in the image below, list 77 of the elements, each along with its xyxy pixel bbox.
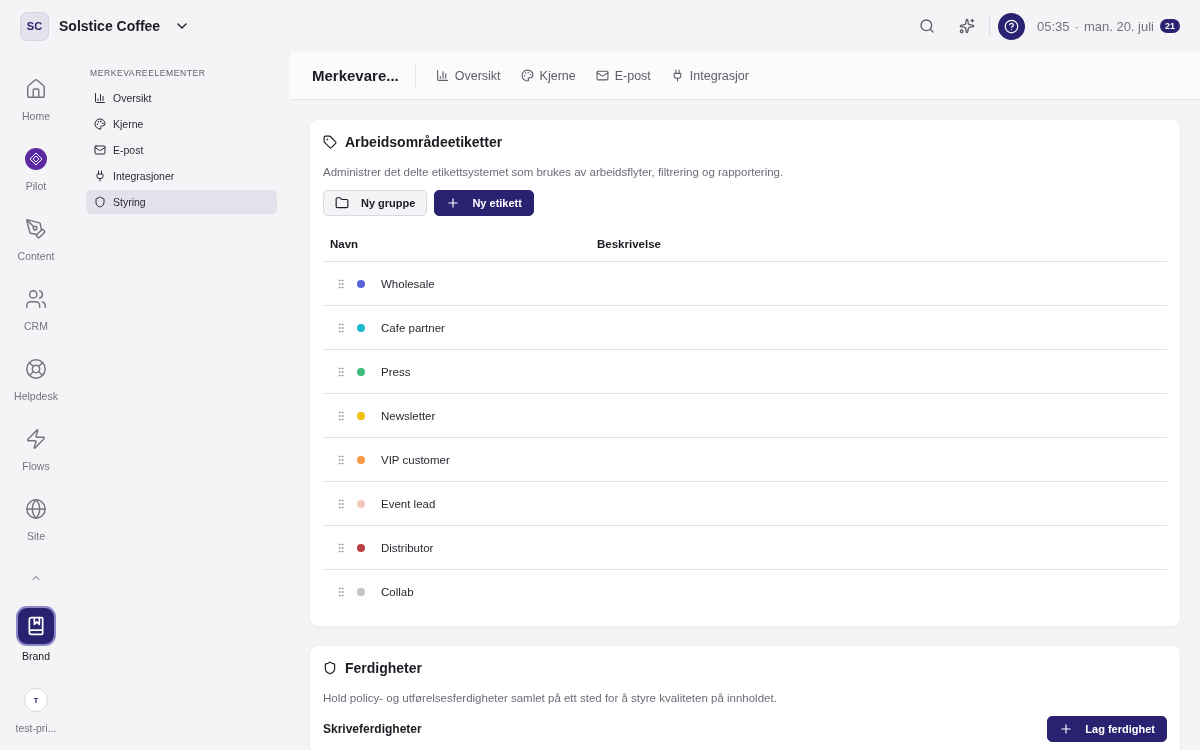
help-button[interactable]	[998, 12, 1025, 40]
header-tab[interactable]: Kjerne	[520, 68, 576, 83]
question-mark-icon	[1004, 18, 1019, 34]
plus-icon	[446, 196, 461, 210]
rail-item[interactable]: Content	[17, 218, 55, 288]
rail-item[interactable]: CRM	[24, 288, 48, 358]
bar-chart-icon	[435, 69, 449, 82]
shield-icon	[323, 661, 337, 675]
lifebuoy-icon	[25, 358, 47, 380]
header-tab[interactable]: Integrasjor	[670, 68, 749, 83]
workspace-avatar: SC	[20, 11, 49, 41]
bar-chart-icon	[94, 92, 106, 104]
rail-item[interactable]: Flows	[22, 428, 50, 498]
brand-label: Brand	[22, 650, 50, 662]
rail-item[interactable]: Site	[25, 498, 47, 568]
notification-badge: 21	[1160, 19, 1180, 33]
lightning-icon	[25, 428, 47, 450]
page-title: Merkevare...	[312, 62, 416, 89]
header-tab[interactable]: Oversikt	[435, 68, 501, 83]
user-avatar[interactable]: T	[24, 688, 48, 712]
people-icon	[25, 288, 47, 310]
sidebar-item[interactable]: Integrasjoner	[86, 164, 277, 188]
sidebar-item[interactable]: Styring	[86, 190, 277, 214]
label-name: Collab	[381, 586, 414, 598]
label-name: Press	[381, 365, 411, 378]
date: man. 20. juli	[1083, 18, 1154, 34]
card-description: Hold policy- og utførelsesferdigheter samlet på ett sted for å styre kvaliteten på innholdet.	[323, 692, 778, 704]
card-title: Arbeidsområdeetiketter	[345, 134, 503, 150]
drag-handle-icon[interactable]	[335, 497, 347, 510]
mail-icon	[94, 144, 106, 156]
drag-handle-icon[interactable]	[335, 586, 347, 598]
label-name: VIP customer	[381, 453, 450, 466]
user-label: test-pri...	[15, 722, 57, 734]
label-name: Event lead	[381, 497, 436, 510]
sidebar-item[interactable]: E-post	[86, 138, 277, 162]
sidebar-item[interactable]: Kjerne	[86, 112, 277, 136]
palette-icon	[94, 118, 106, 130]
folder-icon	[335, 196, 349, 210]
tag-icon	[323, 135, 337, 149]
time: 05:35	[1037, 18, 1070, 34]
new-label-button[interactable]: Ny etikett	[434, 190, 534, 216]
label-name: Cafe partner	[381, 321, 445, 334]
create-skill-button[interactable]: Lag ferdighet	[1047, 716, 1167, 742]
label-name: Newsletter	[381, 409, 436, 422]
pilot-icon	[25, 148, 47, 170]
palette-icon	[520, 69, 534, 82]
section-heading: Skriveferdigheter	[323, 722, 422, 736]
home-icon	[25, 78, 47, 100]
card-description: Administrer det delte etikettsystemet som brukes av arbeidsflyter, filtrering og rapportering.	[323, 166, 785, 178]
book-icon	[26, 616, 46, 636]
workspace-name: Solstice Coffee	[59, 18, 161, 34]
rail-item[interactable]: Pilot	[25, 148, 47, 218]
shield-icon	[94, 196, 106, 208]
column-header: Beskrivelse	[597, 237, 662, 250]
plug-icon	[94, 170, 106, 182]
label-name: Distributor	[381, 541, 434, 554]
drag-handle-icon[interactable]	[335, 277, 347, 290]
column-header: Navn	[330, 237, 360, 250]
drag-handle-icon[interactable]	[335, 453, 347, 466]
sidebar-item[interactable]: Oversikt	[86, 86, 277, 110]
pen-icon	[25, 218, 47, 240]
separator: ·	[1074, 18, 1079, 34]
label-name: Wholesale	[381, 277, 435, 290]
mail-icon	[595, 69, 609, 82]
new-group-button[interactable]: Ny gruppe	[323, 190, 428, 216]
drag-handle-icon[interactable]	[335, 321, 347, 334]
globe-icon	[25, 498, 47, 520]
drag-handle-icon[interactable]	[335, 541, 347, 554]
header-tab[interactable]: E-post	[595, 68, 651, 83]
card-title: Ferdigheter	[345, 660, 422, 676]
rail-item[interactable]: Helpdesk	[14, 358, 58, 428]
brand-button[interactable]	[16, 606, 56, 646]
plus-icon	[1059, 722, 1074, 736]
rail-item[interactable]: Home	[22, 78, 50, 148]
sidebar-heading: MERKEVAREELEMENTER	[89, 68, 207, 80]
drag-handle-icon[interactable]	[335, 409, 347, 422]
drag-handle-icon[interactable]	[335, 365, 347, 378]
